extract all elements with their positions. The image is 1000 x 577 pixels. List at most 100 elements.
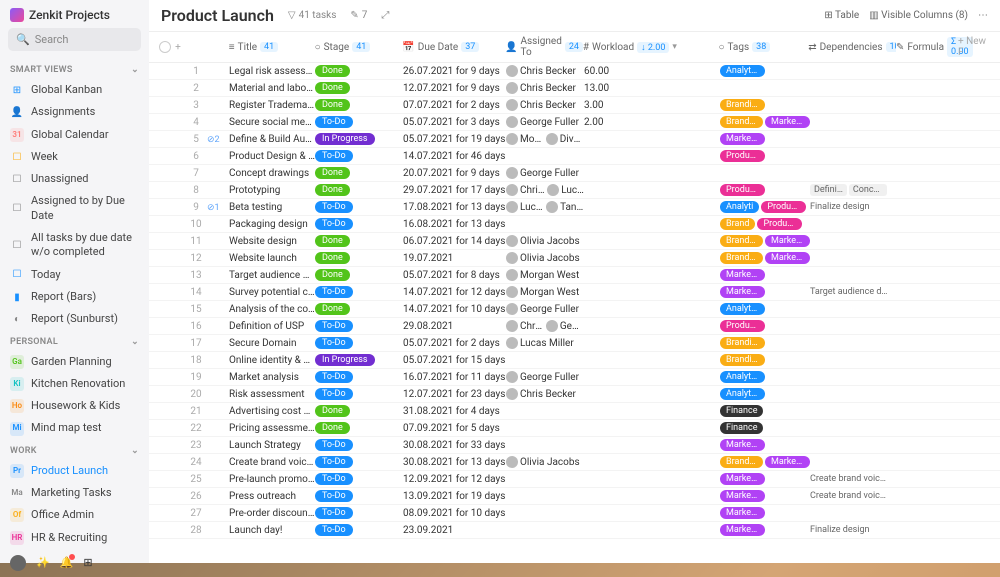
stage-pill[interactable]: Done <box>315 303 350 315</box>
tags-cell[interactable]: AnalytiProducti <box>720 201 810 213</box>
hdr-stat-2[interactable]: ✎7 <box>350 10 367 21</box>
assignees[interactable]: George Fuller <box>506 371 584 383</box>
table-row[interactable]: 5 ⊘2 Define & Build Aud… In Progress 05.… <box>149 131 1000 148</box>
due-date[interactable]: 08.09.2021 for 10 days <box>403 508 506 519</box>
tag-pill[interactable]: Producti <box>761 201 806 213</box>
stage-pill[interactable]: To-Do <box>315 320 353 332</box>
stage-pill[interactable]: In Progress <box>315 354 375 366</box>
due-date[interactable]: 17.08.2021 for 13 days <box>403 202 506 213</box>
task-title[interactable]: Register Trademark <box>229 100 315 111</box>
task-title[interactable]: Analysis of the com… <box>229 304 315 315</box>
table-row[interactable]: 8 Prototyping Done 29.07.2021 for 17 day… <box>149 182 1000 199</box>
tag-pill[interactable]: Branding <box>720 235 763 247</box>
due-date[interactable]: 07.07.2021 for 2 days <box>403 100 506 111</box>
table-row[interactable]: 7 Concept drawings Done 20.07.2021 for 9… <box>149 165 1000 182</box>
assignees[interactable]: Morgan West <box>506 286 584 298</box>
table-row[interactable]: 4 Secure social media… To-Do 05.07.2021 … <box>149 114 1000 131</box>
task-title[interactable]: Advertising cost est… <box>229 406 315 417</box>
dependencies-cell[interactable]: Create brand voic… <box>810 474 898 484</box>
sidebar-item-global-calendar[interactable]: 31Global Calendar <box>0 124 149 146</box>
tag-pill[interactable]: Marketing <box>765 456 810 468</box>
sidebar-item-hr-recruiting[interactable]: HRHR & Recruiting <box>0 527 149 549</box>
table-row[interactable]: 11 Website design Done 06.07.2021 for 14… <box>149 233 1000 250</box>
table-row[interactable]: 16 Definition of USP To-Do 29.08.2021 Ch… <box>149 318 1000 335</box>
sidebar-item-garden-planning[interactable]: GaGarden Planning <box>0 351 149 373</box>
due-date[interactable]: 06.07.2021 for 14 days <box>403 236 506 247</box>
tag-pill[interactable]: Marketing <box>720 524 765 536</box>
task-title[interactable]: Material and labor … <box>229 83 315 94</box>
table-row[interactable]: 15 Analysis of the com… Done 14.07.2021 … <box>149 301 1000 318</box>
task-title[interactable]: Press outreach <box>229 491 315 502</box>
due-date[interactable]: 16.07.2021 for 11 days <box>403 372 506 383</box>
tags-cell[interactable]: Analytics <box>720 371 810 383</box>
tags-cell[interactable]: Marketing <box>720 473 810 485</box>
table-row[interactable]: 18 Online identity & d… In Progress 05.0… <box>149 352 1000 369</box>
subtask-icon[interactable]: ⊘2 <box>207 135 220 145</box>
table-row[interactable]: 3 Register Trademark Done 07.07.2021 for… <box>149 97 1000 114</box>
new-column-button[interactable]: + New F <box>958 36 994 58</box>
table-view-button[interactable]: ⊞ Table <box>824 10 859 21</box>
table-row[interactable]: 19 Market analysis To-Do 16.07.2021 for … <box>149 369 1000 386</box>
sidebar-item-assigned-to-by-due-d[interactable]: ☐Assigned to by Due Date <box>0 190 149 227</box>
tag-pill[interactable]: Marketing <box>720 473 765 485</box>
tag-pill[interactable]: Producti <box>757 218 802 230</box>
table-row[interactable]: 17 Secure Domain To-Do 05.07.2021 for 2 … <box>149 335 1000 352</box>
stage-pill[interactable]: To-Do <box>315 524 353 536</box>
stage-pill[interactable]: To-Do <box>315 218 353 230</box>
tag-pill[interactable]: Finance <box>720 405 763 417</box>
tags-cell[interactable]: Finance <box>720 405 810 417</box>
workload[interactable]: 60.00 <box>584 66 720 77</box>
stage-pill[interactable]: To-Do <box>315 507 353 519</box>
task-title[interactable]: Online identity & d… <box>229 355 315 366</box>
col-assign-header[interactable]: 👤Assigned To 24 <box>505 36 583 58</box>
assignees[interactable]: Chris Becker <box>506 388 584 400</box>
tag-pill[interactable]: Branding <box>720 456 763 468</box>
due-date[interactable]: 29.07.2021 for 17 days <box>403 185 506 196</box>
col-dep-header[interactable]: ⇄Dependencies 10 <box>808 42 896 53</box>
task-title[interactable]: Website design <box>229 236 315 247</box>
stage-pill[interactable]: Done <box>315 422 350 434</box>
tags-cell[interactable]: BrandingMarketing <box>720 235 810 247</box>
dependencies-cell[interactable]: Target audience d… <box>810 287 898 297</box>
task-title[interactable]: Pre-launch promoti… <box>229 474 315 485</box>
stage-pill[interactable]: To-Do <box>315 371 353 383</box>
table-row[interactable]: 14 Survey potential cu… To-Do 14.07.2021… <box>149 284 1000 301</box>
tags-cell[interactable]: BrandProducti <box>720 218 810 230</box>
dependency-chip[interactable]: Defini… <box>810 184 847 196</box>
task-title[interactable]: Concept drawings <box>229 168 315 179</box>
stage-pill[interactable]: To-Do <box>315 337 353 349</box>
select-all-checkbox[interactable] <box>159 41 171 53</box>
table-row[interactable]: 2 Material and labor … Done 12.07.2021 f… <box>149 80 1000 97</box>
assignees[interactable]: Chris Becker <box>506 82 584 94</box>
sidebar-item-week[interactable]: ☐Week <box>0 146 149 168</box>
due-date[interactable]: 12.07.2021 for 23 days <box>403 389 506 400</box>
tag-pill[interactable]: Branding <box>720 337 765 349</box>
table-row[interactable]: 10 Packaging design To-Do 16.08.2021 for… <box>149 216 1000 233</box>
tag-pill[interactable]: Marketing <box>720 286 765 298</box>
due-date[interactable]: 13.09.2021 for 19 days <box>403 491 506 502</box>
tags-cell[interactable]: Branding <box>720 99 810 111</box>
table-row[interactable]: 21 Advertising cost est… Done 31.08.2021… <box>149 403 1000 420</box>
table-row[interactable]: 6 Product Design & P… To-Do 14.07.2021 f… <box>149 148 1000 165</box>
tag-pill[interactable]: Marketing <box>765 235 810 247</box>
assignees[interactable]: Chris BrLucas I <box>506 184 584 196</box>
task-title[interactable]: Define & Build Aud… <box>229 134 315 145</box>
sidebar-item-kitchen-renovation[interactable]: KiKitchen Renovation <box>0 373 149 395</box>
assignees[interactable]: Morgan West <box>506 269 584 281</box>
task-title[interactable]: Website launch <box>229 253 315 264</box>
tags-cell[interactable]: Analytics <box>720 65 810 77</box>
tag-pill[interactable]: Branding <box>720 116 763 128</box>
tag-pill[interactable]: Finance <box>720 422 763 434</box>
brand[interactable]: Zenkit Projects <box>0 6 149 28</box>
assignees[interactable]: Olivia Jacobs <box>506 456 584 468</box>
table-row[interactable]: 28 Launch day! To-Do 23.09.2021 Marketin… <box>149 522 1000 539</box>
search-input[interactable]: 🔍 Search <box>8 28 141 51</box>
tags-cell[interactable]: Analytics <box>720 303 810 315</box>
add-row-icon[interactable]: + <box>175 42 181 53</box>
assignees[interactable]: Olivia Jacobs <box>506 235 584 247</box>
tags-cell[interactable]: BrandingMarketing <box>720 252 810 264</box>
assignees[interactable]: George Fuller <box>506 167 584 179</box>
stage-pill[interactable]: Done <box>315 235 350 247</box>
assignees[interactable]: MorgarDivya C <box>506 133 584 145</box>
tags-cell[interactable]: Marketing <box>720 439 810 451</box>
